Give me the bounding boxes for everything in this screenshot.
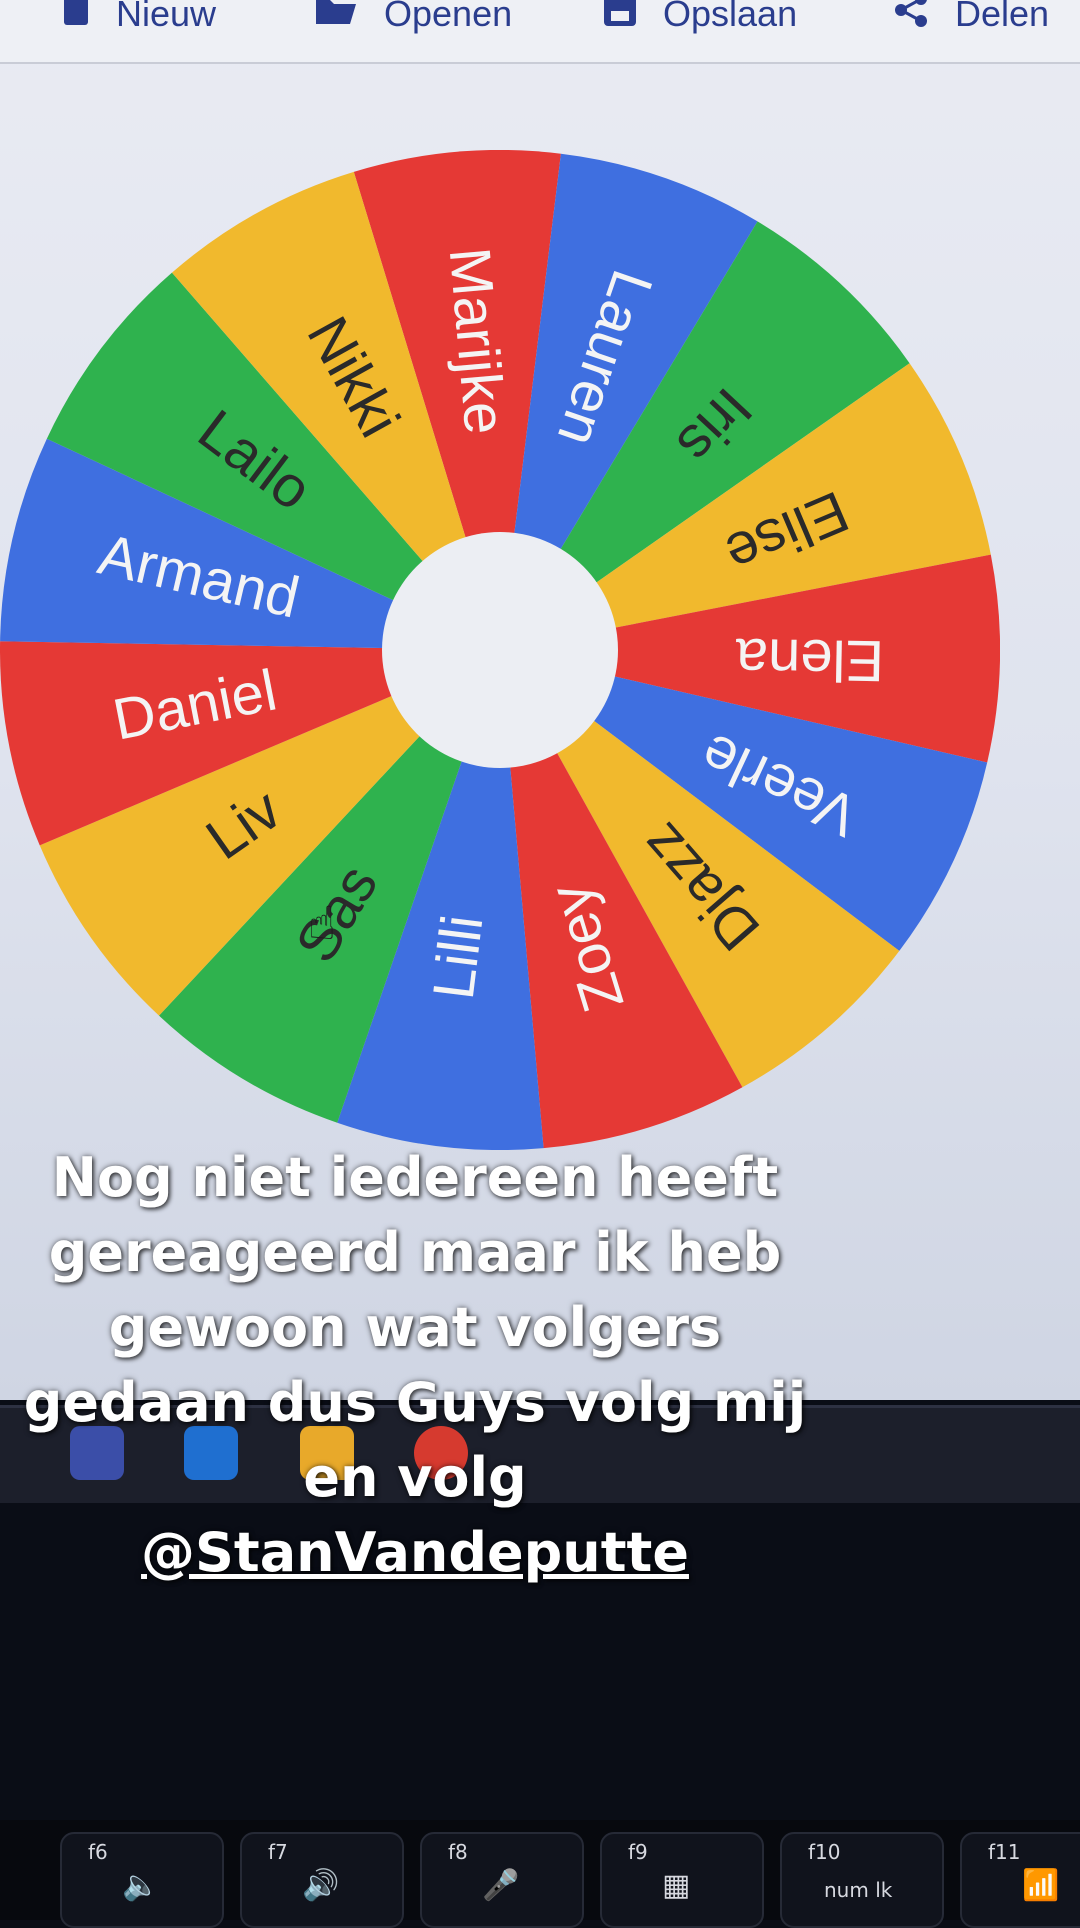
volume-icon: 🔊 [302, 1868, 340, 1903]
toolbar-open-label: Openen [384, 0, 513, 34]
wheel-segment-label: Lilli [421, 912, 496, 1003]
wheel-center-button[interactable] [382, 532, 618, 768]
toolbar-share-button[interactable]: Delen [895, 0, 1049, 44]
file-icon [62, 0, 90, 36]
toolbar-new-label: Nieuw [116, 0, 217, 34]
folder-icon [314, 0, 358, 35]
hand-pointer-icon: ☝ [308, 896, 337, 950]
toolbar-share-label: Delen [955, 0, 1050, 34]
spin-wheel[interactable]: Marijke Lauren IrisEliseElenaVeerleDjazzZo… [0, 150, 1000, 1150]
toolbar-save-button[interactable]: Opslaan [603, 0, 797, 44]
f10-key[interactable]: f10 num lk [780, 1832, 944, 1928]
wheel-segment-label: Elena [734, 626, 884, 694]
toolbar: Nieuw Openen Opslaan Delen [0, 0, 1080, 64]
video-caption: Nog niet iedereen heeft gereageerd maar … [0, 1140, 830, 1590]
f7-key[interactable]: f7 🔊 [240, 1832, 404, 1928]
f9-key[interactable]: f9 ▦ [600, 1832, 764, 1928]
caption-text: Nog niet iedereen heeft gereageerd maar … [23, 1146, 807, 1509]
f11-key[interactable]: f11 📶 [960, 1832, 1080, 1928]
toolbar-open-button[interactable]: Openen [314, 0, 512, 44]
wifi-icon: 📶 [1022, 1868, 1060, 1903]
f6-key[interactable]: f6 🔈 [60, 1832, 224, 1928]
laptop-keyboard: f6 🔈 f7 🔊 f8 🎤 f9 ▦ f10 num lk f11 📶 [0, 1820, 1080, 1928]
f8-key[interactable]: f8 🎤 [420, 1832, 584, 1928]
toolbar-new-button[interactable]: Nieuw [62, 0, 216, 44]
share-icon [895, 0, 929, 36]
volume-mute-icon: 🔈 [122, 1868, 160, 1903]
caption-mention-link[interactable]: @StanVandeputte [0, 1515, 830, 1590]
save-icon [603, 0, 637, 36]
toolbar-save-label: Opslaan [663, 0, 798, 34]
num-lock-label: num lk [824, 1878, 893, 1902]
brightness-icon: ▦ [662, 1868, 691, 1903]
mic-mute-icon: 🎤 [482, 1868, 520, 1903]
